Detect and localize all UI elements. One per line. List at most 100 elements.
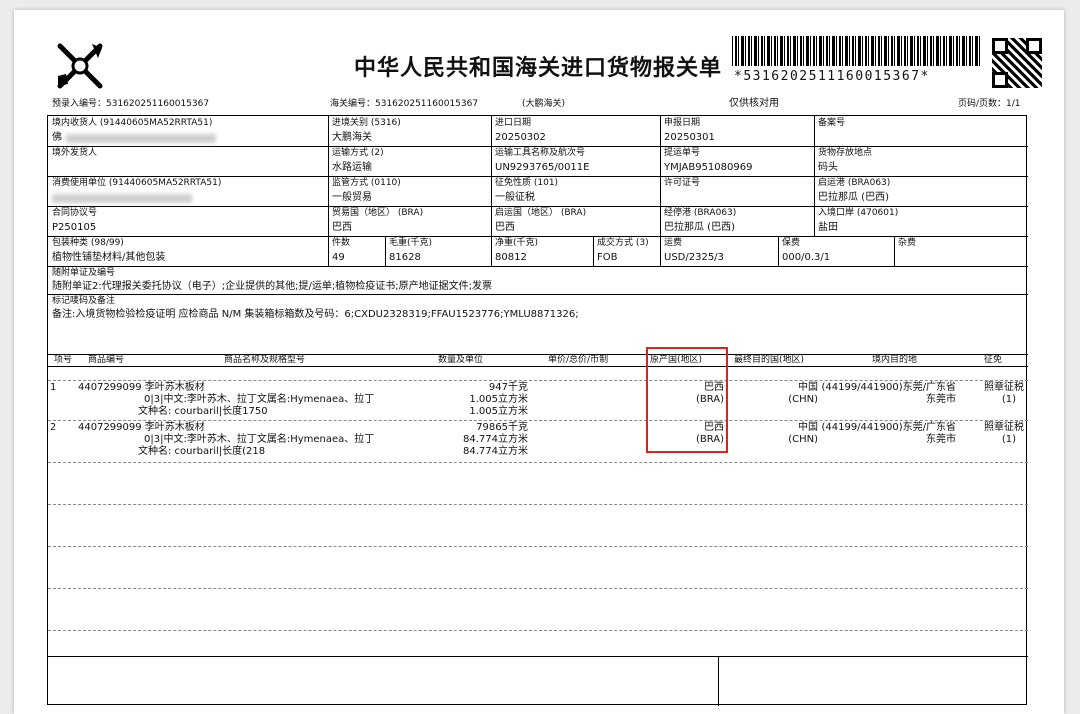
consignee-label: 境内收货人 (91440605MA52RRTA51) [52,118,213,128]
item-domestic: (44199/441900)东莞/广东省 [821,382,956,393]
overseas-shipper-label: 境外发货人 [52,148,98,158]
item-domestic: 东莞市 [926,434,956,445]
vessel-value: UN9293765/0011E [495,162,590,173]
import-date-label: 进口日期 [495,118,532,128]
package-value: 植物性铺垫材料/其他包装 [52,252,166,263]
document-title: 中华人民共和国海关进口货物报关单 [354,55,723,81]
item-code-name: 4407299099 李叶苏木板材 [78,382,205,393]
freight-label: 运费 [664,238,683,248]
item-levy-code: (1) [1001,434,1016,445]
item-qty: 79865千克 [476,422,528,433]
item-dest-code: (CHN) [788,434,818,445]
gross-weight-value: 81628 [389,252,421,263]
transit-port-value: 巴拉那瓜 (巴西) [664,222,735,233]
levy-value: 一般征税 [495,192,535,203]
origin-country-value: 巴西 [495,222,515,233]
consignee-value: 佛 [52,132,62,143]
record-label: 备案号 [818,118,846,128]
item-qty: 947千克 [488,382,528,393]
item-qty: 84.774立方米 [463,434,528,445]
redacted-text [52,194,192,203]
contract-label: 合同协议号 [52,208,98,218]
item-levy: 照章征税 [984,422,1024,433]
vessel-label: 运输工具名称及航次号 [495,148,586,158]
insurance-value: 000/0.3/1 [782,252,831,263]
item-no: 2 [50,422,57,433]
entry-port-label: 入境口岸 (470601) [818,208,899,218]
item-spec: 文种名: courbaril|长度(218 [138,446,266,457]
departure-port-label: 启运港 (BRA063) [818,178,891,188]
entry-customs-value: 大鹏海关 [332,132,372,143]
redacted-text [66,134,216,143]
col-levy: 征免 [984,355,1003,365]
freight-value: USD/2325/3 [664,252,724,263]
item-qty: 84.774立方米 [463,446,528,457]
bl-label: 提运单号 [664,148,701,158]
package-label: 包装种类 (98/99) [52,238,124,248]
supervision-value: 一般贸易 [332,192,372,203]
levy-label: 征免性质 (101) [495,178,559,188]
origin-country-label: 启运国（地区） (BRA) [495,208,587,218]
barcode-text: *5316202511160015367* [734,69,930,84]
check-only-note: 仅供核对用 [729,98,779,109]
item-domestic: 东莞市 [926,394,956,405]
transit-port-label: 经停港 (BRA063) [664,208,737,218]
bl-value: YMJAB951080969 [664,162,753,173]
departure-port-value: 巴拉那瓜 (巴西) [818,192,889,203]
declare-date-value: 20250301 [664,132,715,143]
item-code-name: 4407299099 李叶苏木板材 [78,422,205,433]
trade-country-value: 巴西 [332,222,352,233]
item-levy: 照章征税 [984,382,1024,393]
insurance-label: 保费 [782,238,801,248]
item-qty: 1.005立方米 [469,394,528,405]
entry-port-value: 盐田 [818,222,838,233]
item-spec: 0|3|中文:李叶苏木、拉丁文属名:Hymenaea、拉丁 [144,394,375,405]
entry-customs-label: 进境关别 (5316) [332,118,401,128]
marks-label: 标记唛码及备注 [52,296,116,306]
contract-value: P250105 [52,222,97,233]
pieces-label: 件数 [332,238,351,248]
col-name: 商品名称及规格型号 [224,355,306,365]
col-no: 项号 [54,355,73,365]
consumer-label: 消费使用单位 (91440605MA52RRTA51) [52,178,222,188]
item-domestic: (44199/441900)东莞/广东省 [821,422,956,433]
docs-label: 随附单证及编号 [52,268,116,278]
col-price: 单价/总价/币制 [548,355,609,365]
col-code: 商品编号 [88,355,125,365]
page-indicator: 页码/页数：1/1 [958,99,1021,109]
customs-name: (大鹏海关) [522,99,566,109]
item-no: 1 [50,382,57,393]
license-label: 许可证号 [664,178,701,188]
transport-mode-label: 运输方式 (2) [332,148,384,158]
preentry-number: 预录入编号：531620251160015367 [52,99,210,109]
item-levy-code: (1) [1001,394,1016,405]
deal-value: FOB [597,252,618,263]
docs-value: 随附单证2:代理报关委托协议（电子）;企业提供的其他;提/运单;植物检疫证书;原… [52,281,492,292]
barcode [732,36,982,66]
marks-value: 备注:入境货物检验检疫证明 应检商品 N/M 集装箱标箱数及号码：6;CXDU2… [52,309,579,320]
net-weight-value: 80812 [495,252,527,263]
customs-number: 海关编号：531620251160015367 [330,99,479,109]
customs-emblem-icon [57,43,103,89]
net-weight-label: 净重(千克) [495,238,539,248]
item-qty: 1.005立方米 [469,406,528,417]
qr-code-icon [992,38,1042,88]
deal-label: 成交方式 (3) [597,238,649,248]
declare-date-label: 申报日期 [664,118,701,128]
origin-highlight-box [646,347,728,453]
storage-label: 货物存放地点 [818,148,873,158]
declaration-sheet: 中华人民共和国海关进口货物报关单 *5316202511160015367* 预… [14,10,1064,714]
import-date-value: 20250302 [495,132,546,143]
transport-mode-value: 水路运输 [332,162,372,173]
col-domestic: 境内目的地 [872,355,918,365]
item-spec: 文种名: courbaril|长度1750 [138,406,268,417]
gross-weight-label: 毛重(千克) [389,238,433,248]
trade-country-label: 贸易国（地区） (BRA) [332,208,424,218]
storage-value: 码头 [818,162,838,173]
declaration-table: 境内收货人 (91440605MA52RRTA51) 佛 进境关别 (5316)… [47,115,1028,706]
supervision-label: 监管方式 (0110) [332,178,401,188]
col-dest: 最终目的国(地区) [734,355,805,365]
misc-label: 杂费 [898,238,917,248]
item-spec: 0|3|中文:李叶苏木、拉丁文属名:Hymenaea、拉丁 [144,434,375,445]
item-dest-code: (CHN) [788,394,818,405]
